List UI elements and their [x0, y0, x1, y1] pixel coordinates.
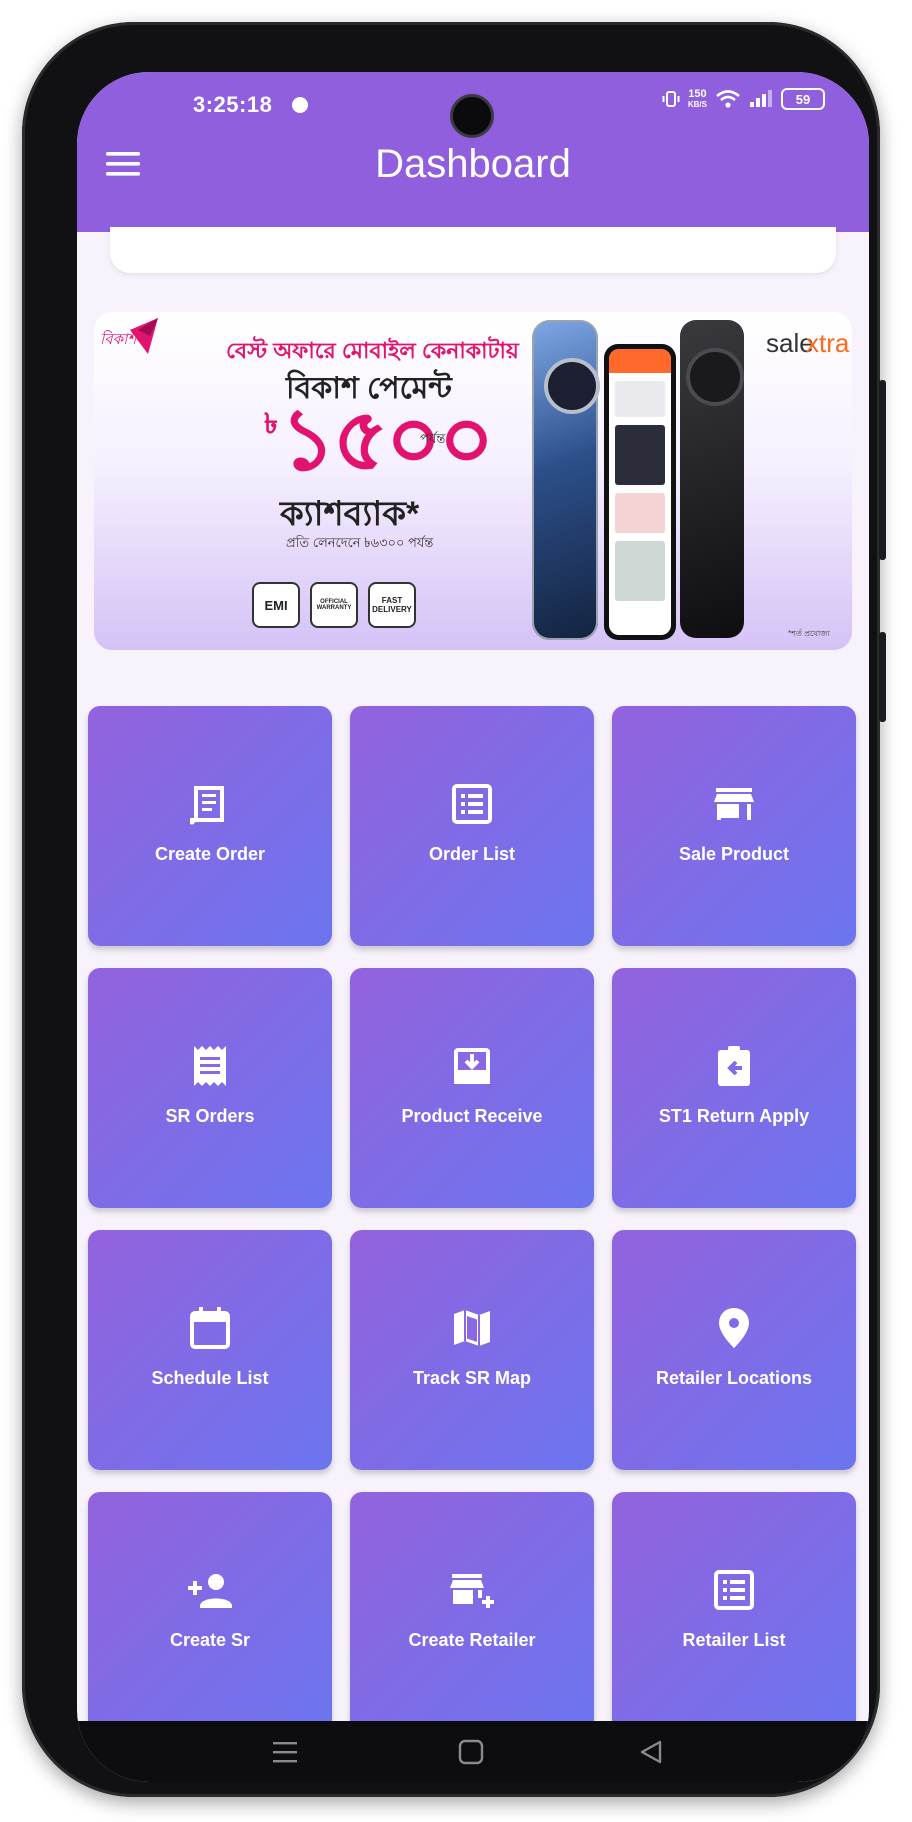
fast-delivery-badge: FAST DELIVERY [368, 582, 416, 628]
page-title: Dashboard [375, 142, 571, 186]
banner-amount-suffix: পর্যন্ত [420, 431, 446, 446]
banner-currency: ৳ [264, 408, 278, 439]
banner-amount: ১৫০০ [280, 392, 494, 488]
tile-label: Create Order [154, 843, 266, 864]
messenger-notification-icon [292, 97, 308, 113]
tile-label: Retailer List [682, 1629, 786, 1650]
list-alt-icon [714, 1569, 754, 1610]
volume-button [879, 632, 886, 722]
tile-st1-return-apply[interactable]: ST1 Return Apply [612, 968, 856, 1208]
phone-screen-header [609, 349, 671, 373]
tile-sr-orders[interactable]: SR Orders [88, 968, 332, 1208]
signal-icon [750, 90, 772, 107]
network-speed-unit: KB/S [687, 100, 707, 109]
calendar-icon [190, 1306, 230, 1349]
phone-image-blue [532, 320, 600, 640]
banner-badges: EMI OFFICIAL WARRANTY FAST DELIVERY [252, 582, 416, 628]
person-add-icon [188, 1573, 232, 1608]
phone-image-front [604, 344, 676, 640]
phone-screen-block [615, 425, 665, 485]
top-card [110, 227, 836, 273]
app-bar: 3:25:18 150 KB/S 59 Dashboard [77, 72, 869, 232]
phone-screen-block [615, 381, 665, 417]
system-nav-bar [77, 1721, 869, 1782]
promo-banner[interactable]: বিকাশ বেস্ট অফারে মোবাইল কেনাকাটায় বিকা… [94, 312, 852, 650]
power-button [879, 380, 886, 560]
tile-label: ST1 Return Apply [658, 1105, 810, 1126]
receipt-long-icon [194, 1045, 226, 1086]
tile-create-retailer[interactable]: Create Retailer [350, 1492, 594, 1732]
phone-frame: 3:25:18 150 KB/S 59 Dashboard বিকাশ বেস্… [22, 22, 886, 1797]
tile-create-order[interactable]: Create Order [88, 706, 332, 946]
status-time: 3:25:18 [193, 92, 273, 117]
banner-footnote: *শর্ত প্রযোজ্য [788, 629, 830, 638]
bkash-brand-text: বিকাশ [100, 331, 137, 348]
wifi-icon [716, 90, 740, 108]
tile-label: Product Receive [401, 1105, 543, 1126]
location-pin-icon [719, 1307, 749, 1348]
camera-module [686, 348, 744, 406]
status-icons: 150 KB/S 59 [662, 88, 825, 110]
receipt-icon [190, 785, 224, 824]
inbox-download-icon [454, 1047, 490, 1084]
emi-badge: EMI [252, 582, 300, 628]
tile-label: Sale Product [678, 843, 790, 864]
tile-track-sr-map[interactable]: Track SR Map [350, 1230, 594, 1470]
phone-screen-block [615, 493, 665, 533]
network-speed: 150 KB/S [687, 88, 707, 110]
banner-line4: প্রতি লেনদেনে ৳৬৩০০ পর্যন্ত [286, 535, 434, 550]
menu-nav-icon[interactable] [273, 1739, 297, 1765]
tile-product-receive[interactable]: Product Receive [350, 968, 594, 1208]
tile-create-sr[interactable]: Create Sr [88, 1492, 332, 1732]
phone-image-black [680, 320, 744, 638]
tile-label: Order List [428, 843, 516, 864]
tile-schedule-list[interactable]: Schedule List [88, 1230, 332, 1470]
tile-label: Retailer Locations [655, 1367, 813, 1388]
salextra-logo-xtra: xtra [806, 328, 850, 358]
list-alt-icon [452, 783, 492, 824]
tile-label: SR Orders [165, 1105, 255, 1126]
tile-label: Schedule List [151, 1367, 269, 1388]
warranty-badge: OFFICIAL WARRANTY [310, 582, 358, 628]
phone-screen-block [615, 541, 665, 601]
front-camera [450, 94, 494, 138]
tile-label: Create Retailer [408, 1629, 536, 1650]
add-business-icon [450, 1573, 494, 1608]
battery-icon: 59 [781, 88, 825, 110]
store-icon [714, 787, 754, 820]
camera-module [544, 358, 600, 414]
tile-retailer-list[interactable]: Retailer List [612, 1492, 856, 1732]
screen: 3:25:18 150 KB/S 59 Dashboard বিকাশ বেস্… [77, 72, 869, 1782]
tile-sale-product[interactable]: Sale Product [612, 706, 856, 946]
tile-label: Create Sr [169, 1629, 251, 1650]
phone-screen-image [609, 349, 671, 635]
vibrate-icon [662, 91, 680, 107]
back-nav-icon[interactable] [639, 1739, 663, 1765]
tile-retailer-locations[interactable]: Retailer Locations [612, 1230, 856, 1470]
map-icon [454, 1309, 490, 1346]
home-nav-icon[interactable] [458, 1739, 484, 1765]
tile-label: Track SR Map [412, 1367, 532, 1388]
network-speed-value: 150 [688, 88, 707, 100]
assignment-return-icon [718, 1045, 750, 1086]
tile-order-list[interactable]: Order List [350, 706, 594, 946]
